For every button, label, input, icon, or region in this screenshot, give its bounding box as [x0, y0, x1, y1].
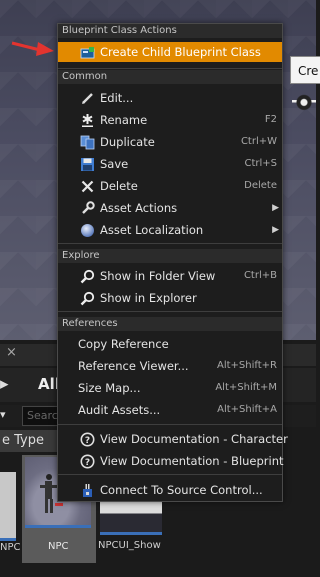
- delete-item[interactable]: Delete Delete: [58, 175, 282, 197]
- submenu-arrow-icon: ▶: [272, 203, 279, 213]
- show-in-explorer-item[interactable]: Show in Explorer: [58, 287, 282, 309]
- reference-viewer-item[interactable]: Reference Viewer... Alt+Shift+R: [58, 355, 282, 377]
- menu-item-label: View Documentation - Blueprint: [100, 454, 284, 468]
- menu-item-label: Size Map...: [78, 381, 141, 395]
- asset-localization-item[interactable]: Asset Localization ▶: [58, 219, 282, 241]
- menu-item-label: Asset Localization: [100, 223, 204, 237]
- save-floppy-icon: [81, 158, 94, 171]
- shortcut-label: Ctrl+S: [244, 158, 277, 169]
- magnifier-icon: [80, 269, 95, 284]
- menu-item-label: Copy Reference: [78, 337, 169, 351]
- magnifier-icon: [80, 291, 95, 306]
- save-item[interactable]: Save Ctrl+S: [58, 153, 282, 175]
- divider: [58, 68, 282, 69]
- size-map-item[interactable]: Size Map... Alt+Shift+M: [58, 377, 282, 399]
- create-child-blueprint-item[interactable]: Create Child Blueprint Class: [58, 42, 282, 62]
- asset-thumbnail: [0, 472, 16, 541]
- view-docs-blueprint-item[interactable]: ? View Documentation - Blueprint: [58, 450, 284, 472]
- divider: [58, 424, 282, 425]
- svg-text:?: ?: [85, 436, 90, 446]
- shortcut-label: Ctrl+W: [240, 136, 277, 147]
- shortcut-label: F2: [264, 114, 277, 125]
- chevron-right-icon[interactable]: ▸: [0, 374, 9, 394]
- globe-icon: [81, 224, 94, 237]
- type-filter-pill[interactable]: e Type: [0, 430, 50, 452]
- context-menu: Blueprint Class Actions Create Child Blu…: [57, 23, 288, 502]
- asset-name: NPCUI_Show: [98, 540, 161, 551]
- pointer-arrow-icon: [11, 41, 54, 56]
- menu-item-label: Rename: [100, 113, 148, 127]
- menu-item-label: Save: [100, 157, 129, 171]
- menu-item-label: Connect To Source Control...: [100, 483, 263, 497]
- divider: [58, 243, 282, 244]
- help-circle-icon: ?: [80, 454, 95, 469]
- chevron-down-icon[interactable]: ▾: [0, 408, 6, 421]
- divider: [58, 474, 282, 475]
- section-header-blueprint: Blueprint Class Actions: [58, 24, 282, 38]
- menu-item-label: Create Child Blueprint Class: [100, 45, 261, 59]
- wrench-icon: [82, 201, 95, 214]
- menu-item-label: Reference Viewer...: [78, 359, 189, 373]
- menu-item-label: Audit Assets...: [78, 403, 161, 417]
- show-in-folder-view-item[interactable]: Show in Folder View Ctrl+B: [58, 265, 282, 287]
- section-header-references: References: [58, 317, 282, 331]
- asset-actions-item[interactable]: Asset Actions ▶: [58, 197, 282, 219]
- shortcut-label: Ctrl+B: [243, 270, 277, 281]
- duplicate-icon: [80, 135, 95, 150]
- menu-item-label: Edit...: [100, 91, 134, 105]
- audit-assets-item[interactable]: Audit Assets... Alt+Shift+A: [58, 399, 282, 421]
- connect-source-control-item[interactable]: Connect To Source Control...: [58, 479, 282, 501]
- menu-item-label: Show in Folder View: [100, 269, 216, 283]
- close-icon[interactable]: ×: [6, 345, 17, 360]
- menu-item-label: Duplicate: [100, 135, 155, 149]
- menu-item-label: Asset Actions: [100, 201, 178, 215]
- shortcut-label: Alt+Shift+A: [217, 404, 277, 415]
- rename-asterisk-icon: [82, 114, 93, 127]
- svg-text:?: ?: [85, 458, 90, 468]
- menu-item-label: Show in Explorer: [100, 291, 197, 305]
- view-docs-character-item[interactable]: ? View Documentation - Character: [58, 428, 288, 450]
- edit-item[interactable]: Edit...: [58, 87, 282, 109]
- blueprint-icon: [80, 47, 95, 59]
- edit-pencil-icon: [82, 93, 93, 104]
- shortcut-label: Alt+Shift+M: [215, 382, 277, 393]
- rename-item[interactable]: Rename F2: [58, 109, 282, 131]
- copy-reference-item[interactable]: Copy Reference: [58, 333, 282, 355]
- shortcut-label: Alt+Shift+R: [217, 360, 277, 371]
- menu-item-label: View Documentation - Character: [100, 432, 288, 446]
- actor-mannequin-icon: [292, 92, 316, 118]
- asset-name: NPC: [48, 541, 69, 552]
- section-header-common: Common: [58, 70, 282, 84]
- section-header-explore: Explore: [58, 249, 282, 263]
- help-circle-icon: ?: [80, 432, 95, 447]
- viewport-tooltip: Cre: [290, 56, 320, 84]
- divider: [58, 311, 282, 312]
- submenu-arrow-icon: ▶: [272, 225, 279, 235]
- delete-x-icon: [81, 180, 94, 193]
- source-control-icon: [83, 484, 92, 497]
- duplicate-item[interactable]: Duplicate Ctrl+W: [58, 131, 282, 153]
- asset-name: NPC: [0, 542, 21, 553]
- shortcut-label: Delete: [244, 180, 277, 191]
- menu-item-label: Delete: [100, 179, 138, 193]
